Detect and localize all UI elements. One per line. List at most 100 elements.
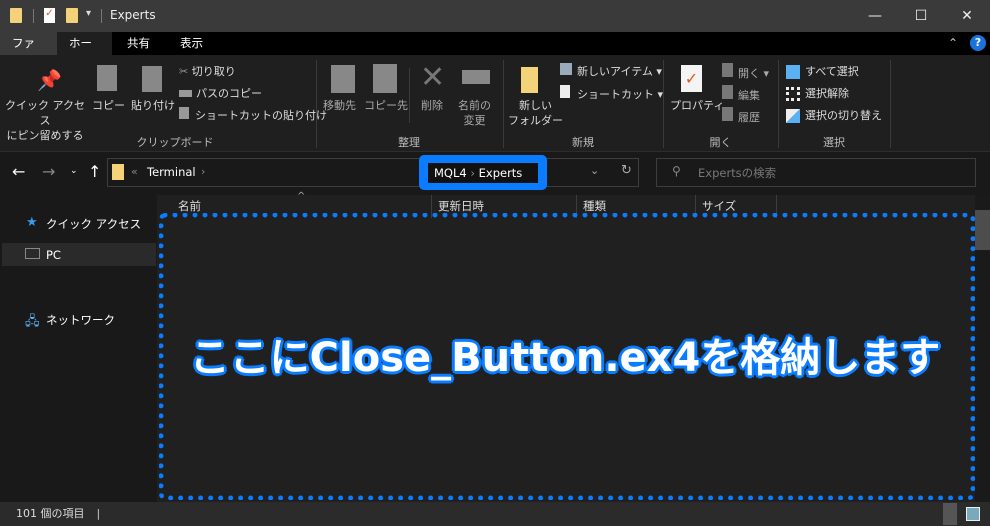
cut-label: 切り取り [191,65,236,78]
item-count: 101 個の項目 [16,507,85,520]
properties-quick-icon[interactable]: ✓ [44,8,55,23]
nav-pc[interactable]: PC [46,248,61,262]
nav-network[interactable]: ネットワーク [46,312,115,328]
folder-icon [10,8,22,23]
select-none-label: 選択解除 [805,87,849,100]
details-view-button[interactable] [943,503,957,525]
copy-path-label: パスのコピー [196,87,262,100]
breadcrumb-mql4[interactable]: MQL4 [434,166,467,180]
move-to-button[interactable]: 移動先 [323,98,356,113]
quick-access-star-icon: ★ [26,215,38,230]
properties-icon: ✓ [681,65,702,92]
back-button[interactable]: ← [12,162,25,181]
history-icon [722,107,733,121]
tab-file[interactable]: ファイル [0,32,57,73]
close-button[interactable]: ✕ [944,0,990,32]
minimize-button[interactable]: — [852,0,898,32]
new-item-icon [560,63,572,75]
invert-selection-icon [786,109,800,123]
shortcut-icon [560,85,570,98]
group-open: 開く [709,136,732,149]
divider [890,60,891,148]
refresh-icon[interactable]: ↻ [621,163,632,178]
move-to-icon [331,65,355,93]
group-new: 新規 [572,136,594,149]
forward-button[interactable]: → [42,162,55,181]
properties-button[interactable]: プロパティ [670,98,724,113]
breadcrumb-highlight: MQL4 › Experts [428,163,538,183]
folder-icon [112,164,124,180]
cut-button[interactable]: ✂ 切り取り [179,63,236,79]
new-folder-button[interactable]: 新しい フォルダー [508,98,563,128]
scissors-icon: ✂ [179,65,192,78]
tab-home[interactable]: ホーム [57,32,112,73]
open-button[interactable]: 開く ▾ [722,63,769,81]
tab-share[interactable]: 共有 [115,32,162,55]
select-all-icon [786,65,800,79]
address-dropdown-icon[interactable]: ⌄ [590,164,599,177]
new-folder-quick-icon[interactable] [66,8,78,23]
invert-selection-button[interactable]: 選択の切り替え [786,107,882,123]
copy-path-button[interactable]: パスのコピー [179,85,262,101]
delete-icon: ✕ [420,60,446,95]
recent-locations-button[interactable]: ⌄ [70,166,78,176]
help-icon[interactable]: ? [970,35,986,51]
tab-view[interactable]: 表示 [168,32,215,55]
open-icon [722,63,733,77]
shortcut-button[interactable]: ショートカット ▾ [560,85,663,102]
large-icons-view-button[interactable] [966,507,980,521]
up-button[interactable]: ↑ [88,162,101,181]
paste-shortcut-label: ショートカットの貼り付け [195,109,327,122]
pin-quick-access-button[interactable]: クイック アクセス にピン留めする [4,98,86,143]
breadcrumb-experts[interactable]: Experts [479,166,523,180]
window-title: Experts [110,8,156,22]
open-label: 開く [738,67,760,80]
history-button[interactable]: 履歴 [722,107,760,125]
breadcrumb-terminal[interactable]: Terminal [147,165,196,179]
invert-selection-label: 選択の切り替え [805,109,882,122]
select-none-button[interactable]: 選択解除 [786,85,849,101]
scrollbar-thumb[interactable] [975,210,990,250]
delete-button[interactable]: 削除 [421,98,443,113]
paste-button[interactable]: 貼り付け [131,98,175,113]
navigation-pane [0,195,157,502]
paste-icon [142,66,162,92]
select-all-button[interactable]: すべて選択 [786,63,859,79]
collapse-ribbon-icon[interactable]: ⌃ [948,36,958,50]
copy-icon [97,65,117,91]
search-icon: ⚲ [672,164,681,178]
copy-to-icon [373,64,397,93]
customize-quick-access-icon[interactable]: ▾ [86,8,91,19]
pin-icon: 📌 [37,68,62,92]
group-select: 選択 [823,136,845,149]
divider [409,68,410,123]
maximize-button[interactable]: ☐ [898,0,944,32]
shortcut-paste-icon [179,107,189,119]
copy-button[interactable]: コピー [92,98,125,113]
paste-shortcut-button[interactable]: ショートカットの貼り付け [179,107,327,123]
pc-icon [25,248,40,259]
edit-icon [722,85,733,99]
network-icon: 🖧 [25,314,40,329]
new-item-button[interactable]: 新しいアイテム ▾ [560,63,662,79]
copy-to-button[interactable]: コピー先 [364,98,408,113]
history-label: 履歴 [738,111,760,124]
instruction-overlay: ここにClose_Button.ex4を格納します [189,335,941,381]
status-bar: 101 個の項目 | [0,502,990,526]
nav-quick-access[interactable]: クイック アクセス [46,216,141,232]
search-placeholder[interactable]: Expertsの検索 [698,165,776,181]
edit-label: 編集 [738,89,760,102]
rename-icon [462,70,490,84]
breadcrumb-separator[interactable]: › [201,165,205,178]
group-organize: 整理 [398,136,420,149]
rename-button[interactable]: 名前の 変更 [458,98,491,128]
breadcrumb-separator[interactable]: › [470,166,475,180]
shortcut-label: ショートカット [577,88,654,101]
new-folder-icon [521,67,538,93]
divider [33,9,34,23]
overflow-chevron[interactable]: « [131,165,138,178]
select-none-icon [786,87,800,101]
path-icon [179,90,192,97]
select-all-label: すべて選択 [805,65,859,78]
edit-button[interactable]: 編集 [722,85,760,103]
